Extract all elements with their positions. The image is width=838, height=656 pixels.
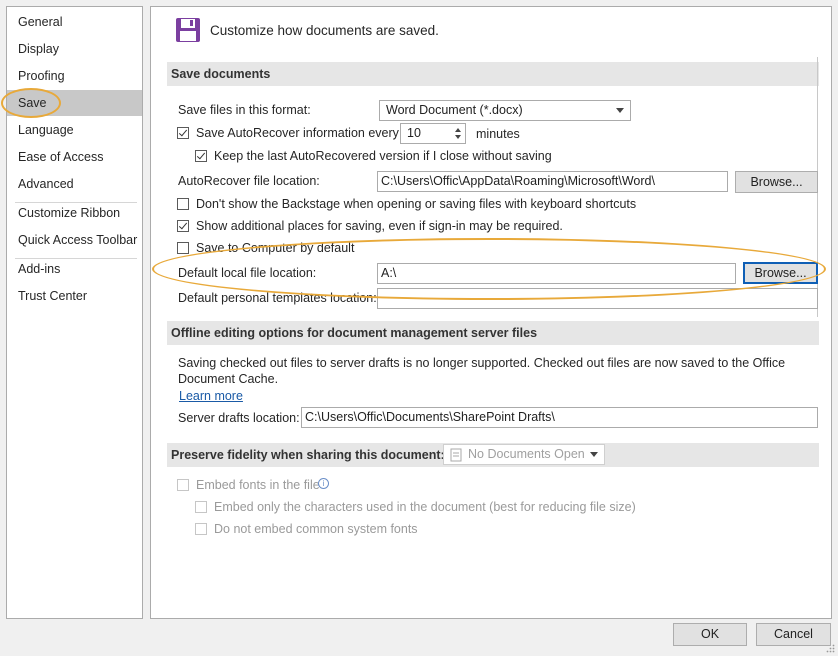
sidebar-item-customize-ribbon[interactable]: Customize Ribbon <box>7 200 142 226</box>
sidebar-item-language[interactable]: Language <box>7 117 142 143</box>
no-common-fonts-label: Do not embed common system fonts <box>214 522 418 536</box>
autorecover-browse-button[interactable]: Browse... <box>735 171 818 193</box>
sidebar-item-display[interactable]: Display <box>7 36 142 62</box>
autorecover-location-label: AutoRecover file location: <box>178 174 320 188</box>
cancel-button[interactable]: Cancel <box>756 623 831 646</box>
embed-used-checkbox[interactable] <box>195 501 207 513</box>
save-format-dropdown[interactable]: Word Document (*.docx) <box>379 100 631 121</box>
autorecover-minutes-stepper[interactable]: 10 <box>400 123 466 144</box>
sidebar-item-trust-center[interactable]: Trust Center <box>7 283 142 309</box>
sidebar-item-advanced[interactable]: Advanced <box>7 171 142 197</box>
resize-grip-icon[interactable] <box>826 642 835 653</box>
autorecover-location-field[interactable]: C:\Users\Offic\AppData\Roaming\Microsoft… <box>377 171 728 192</box>
keep-last-label: Keep the last AutoRecovered version if I… <box>214 149 552 163</box>
minutes-label: minutes <box>476 127 520 141</box>
fidelity-document-value: No Documents Open <box>468 447 585 461</box>
autorecover-label: Save AutoRecover information every <box>196 126 399 140</box>
info-icon[interactable]: i <box>318 478 329 489</box>
autorecover-checkbox[interactable] <box>177 127 189 139</box>
spin-up-icon[interactable] <box>455 128 461 132</box>
embed-fonts-label: Embed fonts in the file <box>196 478 320 492</box>
document-icon <box>449 448 463 462</box>
learn-more-link[interactable]: Learn more <box>179 389 243 403</box>
additional-places-checkbox[interactable] <box>177 220 189 232</box>
sidebar-item-add-ins[interactable]: Add-ins <box>7 256 142 282</box>
sidebar-item-ease-of-access[interactable]: Ease of Access <box>7 144 142 170</box>
server-drafts-field[interactable]: C:\Users\Offic\Documents\SharePoint Draf… <box>301 407 818 428</box>
save-documents-heading: Save documents <box>167 62 819 86</box>
preserve-fidelity-heading-text: Preserve fidelity when sharing this docu… <box>171 448 445 462</box>
options-sidebar: General Display Proofing Save Language E… <box>6 6 143 619</box>
additional-places-label: Show additional places for saving, even … <box>196 219 563 233</box>
format-label: Save files in this format: <box>178 103 311 117</box>
personal-templates-label: Default personal templates location: <box>178 291 377 305</box>
backstage-checkbox[interactable] <box>177 198 189 210</box>
chevron-down-icon <box>616 108 624 113</box>
chevron-down-icon <box>590 452 598 457</box>
sidebar-item-proofing[interactable]: Proofing <box>7 63 142 89</box>
sidebar-item-quick-access-toolbar[interactable]: Quick Access Toolbar <box>7 227 142 253</box>
spin-down-icon[interactable] <box>455 135 461 139</box>
no-common-fonts-checkbox[interactable] <box>195 523 207 535</box>
save-to-computer-label: Save to Computer by default <box>196 241 355 255</box>
ok-button[interactable]: OK <box>673 623 747 646</box>
save-options-panel: Customize how documents are saved. Save … <box>150 6 832 619</box>
sidebar-item-general[interactable]: General <box>7 9 142 35</box>
page-title: Customize how documents are saved. <box>210 23 439 38</box>
default-local-field[interactable]: A:\ <box>377 263 736 284</box>
default-local-browse-button[interactable]: Browse... <box>743 262 818 284</box>
personal-templates-field[interactable] <box>377 288 818 309</box>
offline-notice: Saving checked out files to server draft… <box>178 356 786 386</box>
fidelity-document-dropdown[interactable]: No Documents Open <box>443 444 605 465</box>
embed-fonts-checkbox[interactable] <box>177 479 189 491</box>
save-format-value: Word Document (*.docx) <box>386 103 523 117</box>
sidebar-item-save[interactable]: Save <box>7 90 142 116</box>
floppy-disk-icon <box>175 17 201 43</box>
backstage-label: Don't show the Backstage when opening or… <box>196 197 637 211</box>
offline-editing-heading: Offline editing options for document man… <box>167 321 819 345</box>
save-to-computer-checkbox[interactable] <box>177 242 189 254</box>
autorecover-minutes-value: 10 <box>407 126 421 140</box>
embed-used-label: Embed only the characters used in the do… <box>214 500 636 514</box>
server-drafts-label: Server drafts location: <box>178 411 300 425</box>
default-local-label: Default local file location: <box>178 266 317 280</box>
keep-last-checkbox[interactable] <box>195 150 207 162</box>
